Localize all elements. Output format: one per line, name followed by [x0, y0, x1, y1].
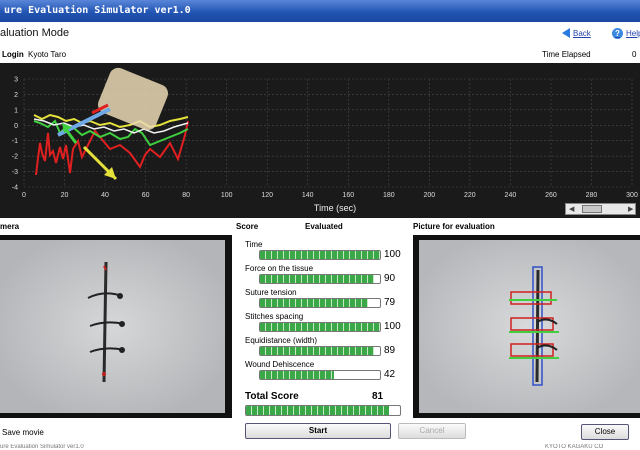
metric-value-tension: 79 [384, 297, 396, 308]
force-graph: 3 2 1 0 -1 -2 -3 -4 0 20 40 60 80 100 120 140 160 180 200… [12, 67, 638, 213]
time-elapsed-label: Time Elapsed [542, 50, 591, 59]
metric-value-time: 100 [384, 249, 401, 260]
footer: ure Evaluation Simulator ver1.0 KYOTO KA… [0, 444, 640, 450]
x-tick-label: 60 [142, 192, 150, 199]
help-link[interactable]: ? Help [612, 28, 640, 39]
x-tick-label: 100 [221, 192, 233, 199]
metric-label-tension: Suture tension [245, 288, 297, 297]
y-tick-label: -3 [12, 169, 18, 176]
time-elapsed-value: 0 [632, 50, 637, 59]
scroll-right-icon[interactable]: ▶ [628, 205, 633, 213]
suture-evaluation-drawing [509, 266, 559, 386]
scroll-left-icon[interactable]: ◀ [569, 205, 574, 213]
force-graph-panel: 3 2 1 0 -1 -2 -3 -4 0 20 40 60 80 100 120 140 160 180 200… [0, 63, 640, 218]
x-tick-label: 80 [182, 192, 190, 199]
camera-image [0, 240, 225, 413]
evaluation-image [419, 240, 640, 413]
metric-bar-spacing [259, 322, 381, 332]
metric-label-equidistance: Equidistance (width) [245, 336, 318, 345]
graph-scrollbar[interactable]: ◀ ▶ [565, 203, 636, 215]
login-label: Login [2, 50, 24, 59]
picture-section-title: Picture for evaluation [413, 222, 495, 231]
metric-fill [260, 251, 380, 259]
y-tick-label: 3 [14, 77, 18, 84]
evaluated-section-title: Evaluated [305, 222, 343, 231]
x-tick-label: 160 [342, 192, 354, 199]
x-tick-label: 300 [626, 192, 638, 199]
y-tick-labels: 3 2 1 0 -1 -2 -3 -4 [12, 77, 18, 192]
metric-bar-equidistance [259, 346, 381, 356]
metric-fill [260, 323, 380, 331]
metric-label-dehiscence: Wound Dehiscence [245, 360, 315, 369]
app-window: ure Evaluation Simulator ver1.0 aluation… [0, 0, 640, 450]
x-tick-label: 40 [101, 192, 109, 199]
save-movie-option[interactable]: Save movie [2, 428, 44, 437]
x-tick-label: 120 [261, 192, 273, 199]
score-section-title: Score [236, 222, 259, 231]
metric-label-spacing: Stitches spacing [245, 312, 304, 321]
metric-label-time: Time [245, 240, 263, 249]
cancel-button[interactable]: Cancel [398, 423, 466, 439]
mode-bar: aluation Mode Back ? Help [0, 22, 640, 46]
x-tick-label: 200 [423, 192, 435, 199]
footer-left-text: ure Evaluation Simulator ver1.0 [0, 444, 84, 450]
x-axis-label: Time (sec) [314, 203, 356, 213]
x-tick-label: 220 [464, 192, 476, 199]
evaluation-picture [413, 235, 640, 418]
metric-bar-time [259, 250, 381, 260]
x-tick-label: 140 [302, 192, 314, 199]
metric-value-spacing: 100 [384, 321, 401, 332]
metric-fill [260, 347, 374, 355]
login-row: Login Kyoto Taro Time Elapsed 0 [0, 46, 640, 62]
y-tick-label: -4 [12, 185, 18, 192]
x-tick-label: 20 [61, 192, 69, 199]
force-traces [33, 113, 189, 176]
metric-bar-tension [259, 298, 381, 308]
suture-camera-drawing [87, 261, 125, 383]
help-icon: ? [612, 28, 623, 39]
camera-section-title: mera [0, 222, 20, 231]
scroll-thumb[interactable] [582, 205, 602, 213]
metric-value-equidistance: 89 [384, 345, 396, 356]
x-tick-label: 240 [505, 192, 517, 199]
x-tick-label: 260 [545, 192, 557, 199]
footer-right-text: KYOTO KAGAKU CO [545, 444, 604, 450]
camera-view [0, 235, 232, 418]
y-tick-label: 2 [14, 92, 18, 99]
y-tick-label: -1 [12, 138, 18, 145]
x-tick-label: 180 [383, 192, 395, 199]
total-score-bar [245, 405, 401, 416]
login-name: Kyoto Taro [28, 50, 67, 59]
help-label: Help [626, 29, 640, 38]
metric-bar-dehiscence [259, 370, 381, 380]
page-title: aluation Mode [0, 27, 70, 39]
back-arrow-icon [562, 28, 570, 38]
y-tick-label: 1 [14, 107, 18, 114]
x-tick-label: 0 [22, 192, 26, 199]
total-score-fill [246, 406, 390, 415]
metric-fill [260, 371, 335, 379]
start-button[interactable]: Start [245, 423, 391, 439]
metric-bar-force [259, 274, 381, 284]
close-button[interactable]: Close [581, 424, 629, 440]
window-title: ure Evaluation Simulator ver1.0 [0, 0, 640, 22]
force-vector-glyph [57, 67, 169, 181]
metric-label-force: Force on the tissue [245, 264, 314, 273]
metric-fill [260, 275, 374, 283]
y-tick-label: 0 [14, 123, 18, 130]
y-tick-label: -2 [12, 154, 18, 161]
metric-value-dehiscence: 42 [384, 369, 396, 380]
total-score-label: Total Score [245, 391, 299, 402]
total-score-value: 81 [372, 391, 384, 402]
metric-value-force: 90 [384, 273, 396, 284]
x-tick-labels: 0 20 40 60 80 100 120 140 160 180 200 220 240 260 280 3… [22, 192, 638, 199]
metric-fill [260, 299, 368, 307]
x-tick-label: 280 [586, 192, 598, 199]
back-label: Back [573, 28, 591, 38]
back-link[interactable]: Back [562, 28, 591, 38]
